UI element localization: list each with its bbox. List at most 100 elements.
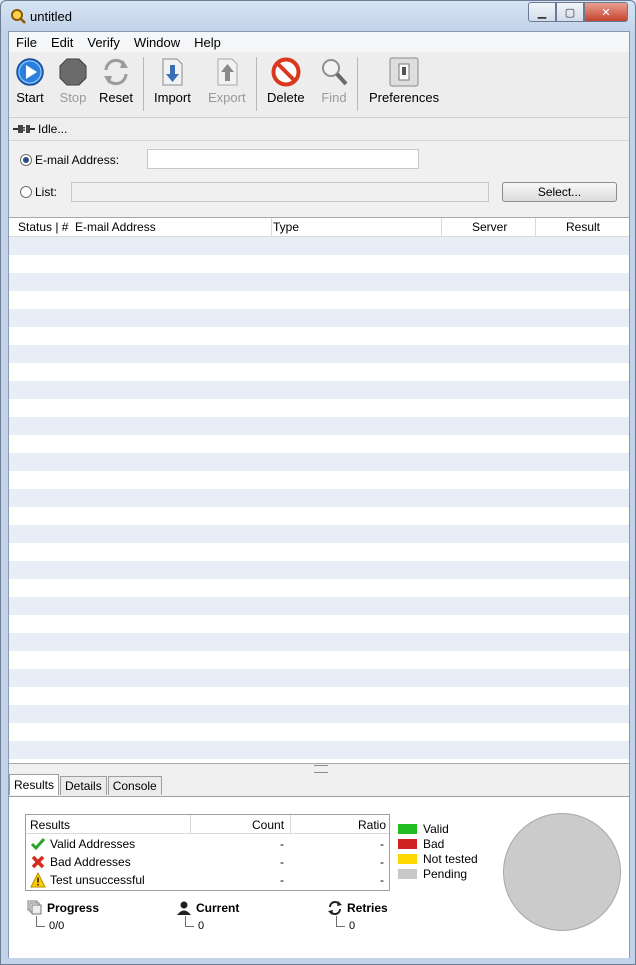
start-button[interactable]: Start	[15, 57, 45, 105]
column-email-address[interactable]: E-mail Address	[75, 220, 156, 234]
magnifier-icon	[322, 59, 348, 86]
legend: Valid Bad Not tested Pending	[398, 821, 478, 881]
result-label: Test unsuccessful	[50, 873, 145, 887]
toolbar: Start Stop Reset Import Export Delete Fi…	[9, 53, 629, 118]
find-button[interactable]: Find	[319, 57, 349, 105]
window-controls: ▁ ▢ ✕	[528, 2, 628, 22]
delete-label: Delete	[267, 90, 305, 105]
import-button[interactable]: Import	[154, 57, 191, 105]
maximize-button[interactable]: ▢	[556, 2, 584, 22]
retries-value: 0	[349, 920, 356, 932]
retry-arrows-icon	[328, 901, 342, 915]
close-button[interactable]: ✕	[584, 2, 628, 22]
plug-icon	[13, 125, 35, 133]
legend-label: Valid	[423, 821, 449, 836]
export-button[interactable]: Export	[208, 57, 246, 105]
start-label: Start	[16, 90, 44, 105]
results-header-line	[26, 833, 389, 834]
stop-button[interactable]: Stop	[58, 57, 88, 105]
tab-bar: Results Details Console	[9, 774, 163, 796]
results-panel: Results Count Ratio Valid Addresses - -	[9, 796, 629, 958]
warning-icon	[30, 872, 46, 888]
delete-icon	[271, 57, 301, 87]
status-line: Idle...	[9, 118, 629, 141]
tab-console[interactable]: Console	[107, 776, 162, 795]
menu-file[interactable]: File	[9, 35, 44, 50]
tab-details[interactable]: Details	[60, 776, 107, 795]
current-label: Current	[196, 901, 240, 915]
email-table[interactable]: Status | # E-mail Address Type Server Re…	[9, 217, 629, 764]
minimize-icon: ▁	[537, 6, 547, 19]
client-area: File Edit Verify Window Help Start Stop	[8, 31, 630, 958]
result-ratio: -	[380, 873, 384, 887]
progress-stat: Progress 0/0	[27, 900, 100, 932]
legend-item-valid: Valid	[398, 821, 478, 836]
status-text: Idle...	[38, 122, 68, 136]
list-label: List:	[35, 185, 58, 199]
results-table: Results Count Ratio Valid Addresses - -	[25, 814, 390, 891]
window-title: untitled	[30, 9, 72, 24]
preferences-button[interactable]: Preferences	[369, 57, 439, 105]
column-divider[interactable]	[535, 218, 536, 236]
email-address-input[interactable]	[147, 149, 419, 169]
legend-item-bad: Bad	[398, 836, 478, 851]
menu-window[interactable]: Window	[127, 35, 187, 50]
result-label: Bad Addresses	[50, 855, 131, 869]
export-label: Export	[208, 90, 246, 105]
app-window: untitled ▁ ▢ ✕ File Edit Verify Window H…	[0, 0, 636, 965]
progress-value: 0/0	[49, 920, 65, 932]
column-divider[interactable]	[271, 218, 272, 236]
legend-item-not-tested: Not tested	[398, 851, 478, 866]
result-count: -	[280, 873, 284, 887]
minimize-button[interactable]: ▁	[528, 2, 556, 22]
email-address-label: E-mail Address:	[35, 153, 120, 167]
play-icon	[16, 58, 44, 86]
close-icon: ✕	[601, 6, 611, 19]
title-bar[interactable]: untitled ▁ ▢ ✕	[1, 1, 635, 31]
result-count: -	[280, 855, 284, 869]
legend-label: Bad	[423, 836, 445, 851]
stop-icon	[59, 58, 87, 86]
column-result[interactable]: Result	[566, 220, 600, 234]
progress-icon	[27, 900, 42, 915]
toolbar-separator	[256, 57, 257, 111]
menu-bar: File Edit Verify Window Help	[9, 32, 629, 52]
result-row-bad: Bad Addresses - -	[26, 853, 389, 871]
column-divider[interactable]	[441, 218, 442, 236]
check-icon	[30, 838, 46, 851]
column-type[interactable]: Type	[273, 220, 299, 234]
reset-label: Reset	[99, 90, 133, 105]
menu-edit[interactable]: Edit	[44, 35, 80, 50]
progress-label: Progress	[47, 901, 100, 915]
column-status[interactable]: Status | #	[18, 220, 68, 234]
delete-button[interactable]: Delete	[267, 57, 305, 105]
column-server[interactable]: Server	[472, 220, 507, 234]
tree-connector	[336, 916, 345, 927]
results-column-results: Results	[30, 818, 71, 832]
user-icon	[177, 901, 191, 915]
result-ratio: -	[380, 855, 384, 869]
tab-results[interactable]: Results	[9, 774, 60, 795]
list-input[interactable]	[71, 182, 489, 202]
reset-button[interactable]: Reset	[99, 57, 133, 105]
splitter-handle[interactable]	[314, 765, 328, 773]
select-button[interactable]: Select...	[502, 182, 617, 202]
results-column-ratio: Ratio	[358, 818, 387, 832]
list-radio[interactable]	[20, 186, 32, 198]
retries-stat: Retries 0	[327, 900, 388, 932]
reset-arrows-icon	[103, 58, 128, 86]
table-header: Status | # E-mail Address Type Server Re…	[9, 218, 629, 237]
email-address-radio[interactable]	[20, 154, 32, 166]
maximize-icon: ▢	[564, 6, 576, 19]
results-column-count: Count	[252, 818, 285, 832]
app-magnifier-icon	[11, 9, 26, 24]
menu-verify[interactable]: Verify	[80, 35, 127, 50]
column-divider	[190, 815, 191, 833]
toolbar-separator	[357, 57, 358, 111]
retries-label: Retries	[347, 901, 388, 915]
menu-help[interactable]: Help	[187, 35, 228, 50]
table-rows[interactable]	[9, 237, 629, 762]
legend-label: Pending	[423, 866, 468, 881]
legend-label: Not tested	[423, 851, 478, 866]
preferences-label: Preferences	[369, 90, 440, 105]
